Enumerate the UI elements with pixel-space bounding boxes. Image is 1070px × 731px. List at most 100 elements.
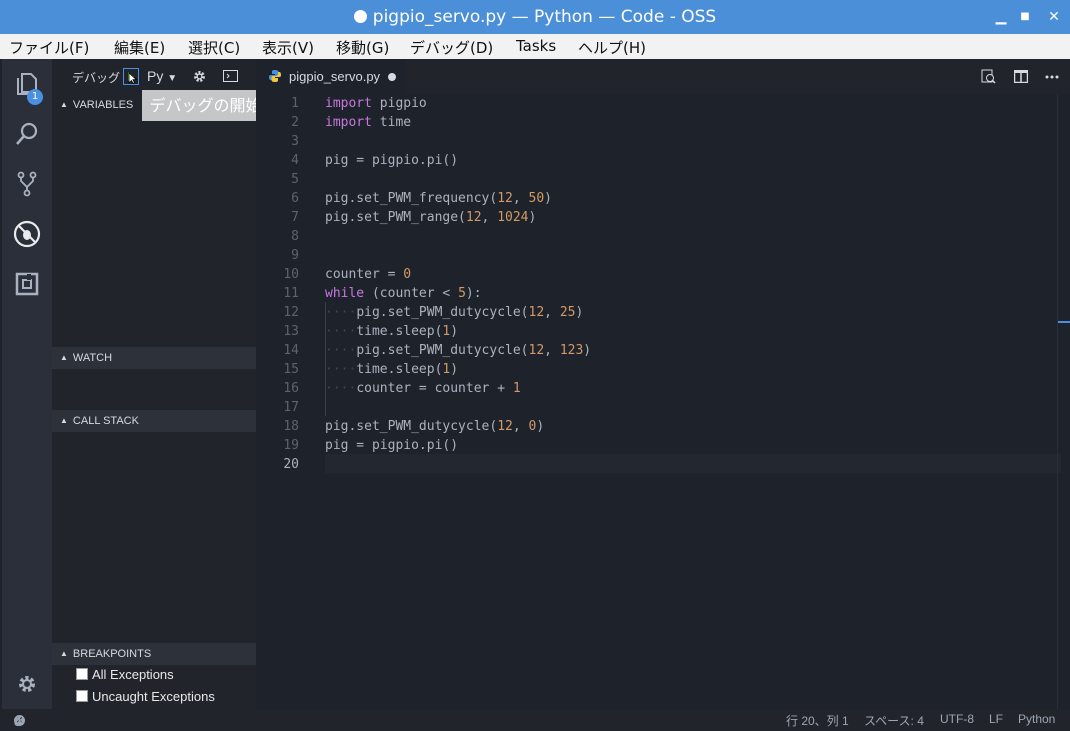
source-control-icon	[17, 171, 37, 197]
code-line: ····pig.set_PWM_dutycycle(12, 25)	[325, 305, 584, 320]
debug-toolbar: デバッグ Py ▼	[52, 59, 256, 94]
code-line: ····counter = counter + 1	[325, 381, 521, 396]
debug-icon	[13, 220, 41, 248]
code-line: import time	[325, 115, 412, 130]
code-line: pig.set_PWM_dutycycle(12, 0)	[325, 419, 545, 434]
code-editor[interactable]: 1 2 3 4 5 6 7 8 9 10 11 12 13 14 15 16 1…	[256, 94, 1070, 709]
menu-go[interactable]: 移動(G)	[336, 37, 389, 58]
python-file-icon	[269, 70, 281, 82]
code-line: while (counter < 5):	[325, 286, 482, 301]
code-line: pig = pigpio.pi()	[325, 153, 459, 168]
activity-bar: 1	[2, 59, 52, 709]
debug-sidebar: デバッグ Py ▼ ▲ VARIABLES ▲ WATCH ▲ CALL STACK …	[52, 59, 256, 709]
unsaved-dot-icon	[353, 10, 367, 23]
menu-edit[interactable]: 編集(E)	[114, 37, 165, 58]
start-debugging-button[interactable]	[123, 68, 139, 85]
unsaved-dot-icon[interactable]	[388, 73, 396, 81]
search-activity[interactable]	[2, 114, 52, 154]
watch-section-header[interactable]: ▲ WATCH	[52, 347, 256, 369]
line-number: 16	[283, 381, 299, 396]
tab-filename: pigpio_servo.py	[289, 69, 381, 84]
scm-activity[interactable]	[2, 164, 52, 204]
code-line: pig.set_PWM_frequency(12, 50)	[325, 191, 552, 206]
collapse-icon: ▲	[60, 100, 68, 109]
menu-view[interactable]: 表示(V)	[262, 37, 314, 58]
code-line: ····time.sleep(1)	[325, 324, 459, 339]
line-number: 11	[283, 286, 299, 301]
line-number: 17	[283, 400, 299, 415]
title-bar: pigpio_servo.py — Python — Code - OSS ▁ …	[0, 0, 1070, 34]
checkbox[interactable]	[76, 668, 88, 680]
status-bar: ✕ 0 ⚠ 0 行 20、列 1 スペース: 4 UTF-8 LF Python	[0, 709, 1070, 731]
code-line: ····pig.set_PWM_dutycycle(12, 123)	[325, 343, 592, 358]
collapse-icon: ▲	[60, 416, 68, 425]
code-line: ····time.sleep(1)	[325, 362, 459, 377]
configure-gear-icon[interactable]	[192, 69, 207, 84]
callstack-section-header[interactable]: ▲ CALL STACK	[52, 410, 256, 432]
code-line: counter = 0	[325, 267, 412, 282]
encoding-setting[interactable]: UTF-8	[940, 712, 974, 726]
split-editor-icon[interactable]	[1014, 70, 1028, 83]
code-line: import pigpio	[325, 96, 427, 111]
line-number: 15	[283, 362, 299, 377]
code-line: pig = pigpio.pi()	[325, 438, 459, 453]
menu-help[interactable]: ヘルプ(H)	[578, 37, 646, 58]
debug-config-select[interactable]: Py ▼	[147, 68, 177, 84]
line-number: 6	[291, 191, 299, 206]
breakpoints-section-header[interactable]: ▲ BREAKPOINTS	[52, 643, 256, 665]
line-number: 3	[291, 134, 299, 149]
code-line: pig.set_PWM_range(12, 1024)	[325, 210, 537, 225]
gear-icon	[19, 676, 35, 692]
line-number: 14	[283, 343, 299, 358]
start-debugging-tooltip: デバッグの開始	[142, 90, 269, 121]
breakpoint-all-exceptions[interactable]: All Exceptions	[76, 665, 174, 685]
open-changes-icon[interactable]	[981, 69, 996, 84]
menu-debug[interactable]: デバッグ(D)	[410, 37, 493, 58]
line-number: 10	[283, 267, 299, 282]
line-number: 20	[283, 457, 299, 472]
scrollbar-cursor-marker	[1058, 321, 1070, 323]
line-number: 19	[283, 438, 299, 453]
debug-activity[interactable]	[2, 214, 52, 254]
chevron-down-icon: ▼	[167, 73, 178, 84]
line-number: 8	[291, 229, 299, 244]
more-actions-icon[interactable]	[1045, 75, 1059, 79]
extensions-activity[interactable]	[2, 264, 52, 304]
search-icon	[16, 122, 38, 145]
line-number: 9	[291, 248, 299, 263]
indentation-setting[interactable]: スペース: 4	[864, 712, 924, 729]
line-number: 4	[291, 153, 299, 168]
line-number: 18	[283, 419, 299, 434]
checkbox[interactable]	[76, 690, 88, 702]
line-number: 13	[283, 324, 299, 339]
current-line-highlight	[325, 454, 1061, 473]
menu-tasks[interactable]: Tasks	[516, 37, 556, 55]
language-mode[interactable]: Python	[1018, 712, 1055, 726]
close-button[interactable]: ✕	[1040, 0, 1068, 34]
breakpoint-uncaught-exceptions[interactable]: Uncaught Exceptions	[76, 687, 215, 707]
debug-console-icon[interactable]	[223, 70, 238, 82]
extensions-icon	[15, 272, 39, 296]
debug-label: デバッグ	[72, 71, 121, 85]
play-icon	[128, 72, 138, 85]
menu-file[interactable]: ファイル(F)	[9, 37, 89, 58]
editor-tab-bar: pigpio_servo.py	[256, 59, 1070, 94]
line-number: 2	[291, 115, 299, 130]
window-title: pigpio_servo.py — Python — Code - OSS	[0, 0, 1070, 34]
manage-activity[interactable]	[2, 664, 52, 704]
explorer-activity[interactable]: 1	[2, 64, 52, 105]
menu-bar: ファイル(F) 編集(E) 選択(C) 表示(V) 移動(G) デバッグ(D) …	[0, 34, 1070, 59]
line-number: 7	[291, 210, 299, 225]
tab-pigpio-servo[interactable]: pigpio_servo.py	[256, 59, 406, 94]
explorer-badge: 1	[27, 89, 43, 105]
collapse-icon: ▲	[60, 353, 68, 362]
collapse-icon: ▲	[60, 649, 68, 658]
cursor-position[interactable]: 行 20、列 1	[786, 712, 849, 729]
line-number: 1	[291, 96, 299, 111]
editor-scrollbar[interactable]	[1057, 94, 1070, 709]
line-number: 12	[283, 305, 299, 320]
maximize-button[interactable]: ■	[1011, 0, 1039, 34]
eol-setting[interactable]: LF	[989, 712, 1003, 726]
menu-selection[interactable]: 選択(C)	[188, 37, 240, 58]
line-number: 5	[291, 172, 299, 187]
